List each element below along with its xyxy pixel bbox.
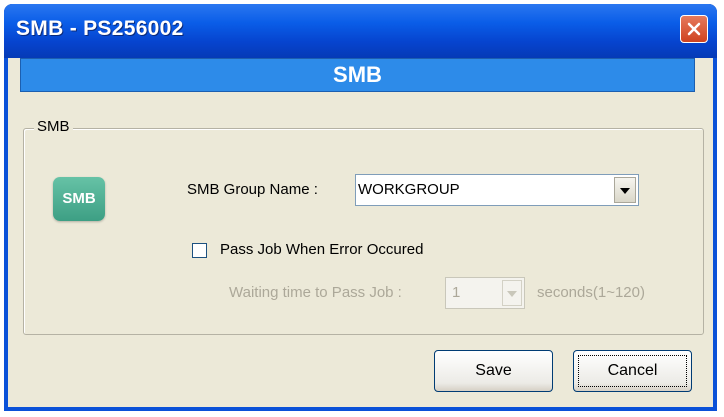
section-header: SMB bbox=[20, 58, 695, 92]
focus-rectangle bbox=[578, 355, 687, 387]
group-name-value: WORKGROUP bbox=[358, 181, 460, 198]
pass-job-label[interactable]: Pass Job When Error Occured bbox=[220, 241, 423, 258]
chevron-down-icon[interactable] bbox=[502, 280, 522, 306]
waiting-time-label: Waiting time to Pass Job : bbox=[229, 284, 402, 301]
smb-icon: SMB bbox=[53, 177, 105, 221]
close-button[interactable] bbox=[680, 15, 708, 43]
close-icon bbox=[687, 22, 701, 36]
window-border-left bbox=[4, 58, 8, 411]
save-button[interactable]: Save bbox=[434, 350, 553, 392]
seconds-label: seconds(1~120) bbox=[537, 284, 645, 301]
waiting-time-select[interactable]: 1 bbox=[445, 277, 525, 309]
group-name-label: SMB Group Name : bbox=[187, 181, 318, 198]
window-title: SMB - PS256002 bbox=[16, 17, 184, 40]
window-border-right bbox=[713, 58, 717, 411]
cancel-button[interactable]: Cancel bbox=[573, 350, 692, 392]
groupbox-legend: SMB bbox=[34, 118, 73, 135]
waiting-time-value: 1 bbox=[452, 284, 461, 301]
chevron-down-icon[interactable] bbox=[614, 177, 636, 203]
window-border-bottom bbox=[4, 407, 717, 411]
group-name-select[interactable]: WORKGROUP bbox=[355, 174, 639, 206]
smb-groupbox bbox=[23, 128, 704, 335]
pass-job-checkbox[interactable] bbox=[192, 243, 207, 258]
title-bar[interactable]: SMB - PS256002 bbox=[4, 4, 717, 58]
